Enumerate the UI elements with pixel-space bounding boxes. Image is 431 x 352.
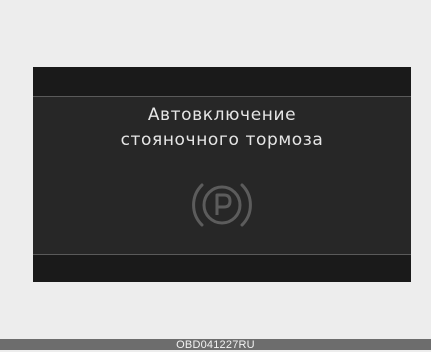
warning-message-line-2: стояночного тормоза (120, 130, 324, 150)
parking-brake-icon (192, 183, 252, 227)
figure-code-label: OBD041227RU (176, 339, 255, 351)
warning-message: Автовключение стояночного тормоза (33, 103, 411, 153)
instrument-cluster-display: Автовключение стояночного тормоза (33, 67, 411, 282)
warning-message-line-1: Автовключение (147, 105, 297, 125)
display-bottom-band (33, 254, 411, 282)
display-top-band (33, 67, 411, 97)
figure-code-bar: OBD041227RU (0, 339, 431, 351)
